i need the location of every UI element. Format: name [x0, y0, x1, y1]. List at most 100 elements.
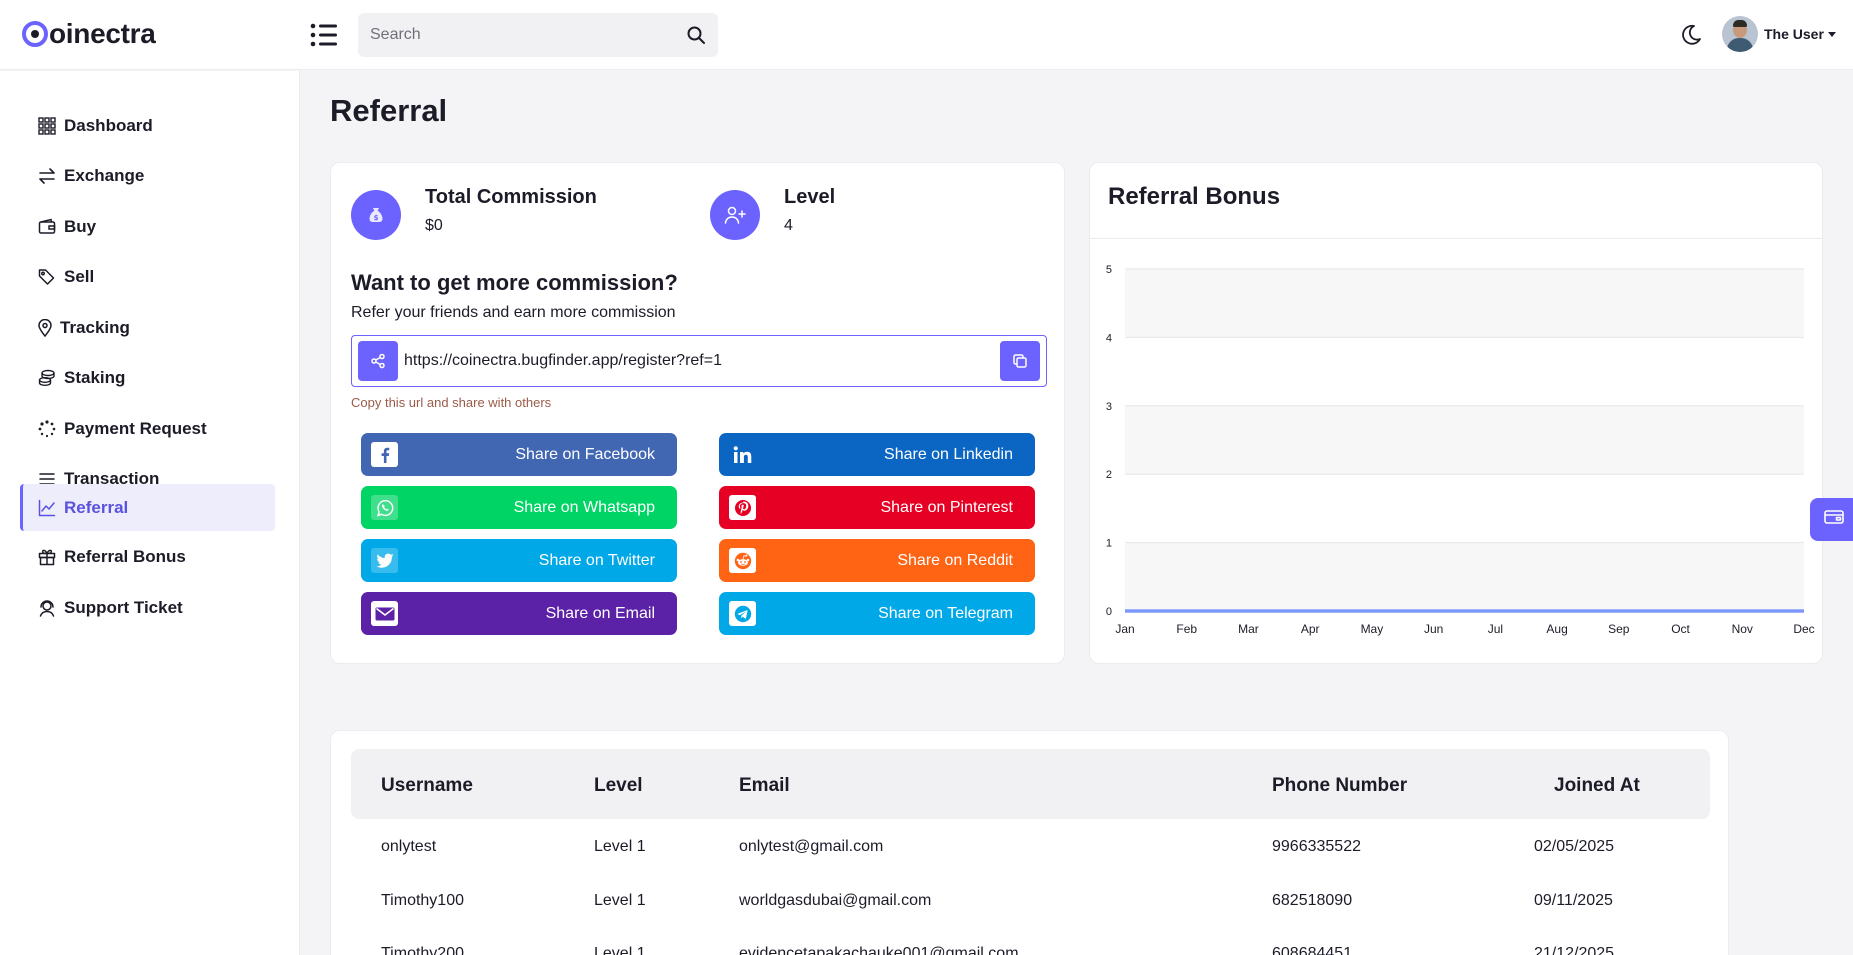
cell-username: Timothy200 [381, 945, 464, 955]
sidebar-item-tracking[interactable]: Tracking [20, 305, 275, 351]
sidebar-item-sell[interactable]: Sell [20, 254, 275, 300]
level-stat: Level 4 [710, 186, 835, 240]
promo-subtitle: Refer your friends and earn more commiss… [351, 304, 676, 321]
sidebar-item-label: Sell [64, 267, 95, 286]
svg-text:$: $ [374, 214, 379, 222]
share-reddit-button[interactable]: Share on Reddit [719, 539, 1035, 582]
sidebar-item-staking[interactable]: Staking [20, 355, 275, 401]
share-nodes-icon [358, 341, 398, 381]
share-label: Share on Pinterest [880, 498, 1013, 516]
cell-username: Timothy100 [381, 892, 464, 909]
search-input[interactable] [370, 26, 686, 44]
sidebar-item-label: Support Ticket [64, 598, 183, 617]
sidebar-item-label: Buy [64, 217, 97, 236]
floating-wallet-button[interactable] [1810, 498, 1853, 541]
sidebar-item-exchange[interactable]: Exchange [20, 153, 275, 199]
x-tick-label: Nov [1732, 622, 1753, 636]
logo-text: oinectra [49, 18, 156, 49]
referral-hint: Copy this url and share with others [351, 395, 552, 410]
user-menu[interactable]: The User [1722, 16, 1836, 52]
share-pinterest-button[interactable]: Share on Pinterest [719, 486, 1035, 529]
cell-email: worldgasdubai@gmail.com [739, 892, 932, 909]
referral-bonus-chart-card: Referral Bonus 0 1 2 3 4 5 Jan Feb Mar Apr May Jun J… [1089, 162, 1823, 664]
commission-value: $0 [425, 217, 443, 234]
map-pin-icon [38, 318, 52, 338]
share-label: Share on Telegram [878, 604, 1013, 622]
spinner-icon [38, 420, 56, 438]
user-name: The User [1764, 26, 1824, 42]
search-icon[interactable] [686, 25, 706, 45]
sidebar-item-label: Referral Bonus [64, 547, 186, 566]
x-tick-label: Oct [1671, 622, 1690, 636]
share-linkedin-button[interactable]: Share on Linkedin [719, 433, 1035, 476]
chart-title: Referral Bonus [1108, 183, 1281, 210]
money-bag-icon: $ [351, 190, 401, 240]
copy-button[interactable] [1000, 341, 1040, 381]
share-email-button[interactable]: Share on Email [361, 592, 677, 635]
chevron-down-icon [1827, 31, 1836, 37]
linkedin-icon [729, 442, 756, 467]
x-tick-label: Mar [1238, 622, 1259, 636]
logo[interactable]: oinectra [22, 18, 156, 50]
support-agent-icon [38, 599, 56, 617]
x-tick-label: Jan [1115, 622, 1134, 636]
share-label: Share on Email [545, 604, 655, 622]
avatar [1722, 16, 1758, 52]
y-tick-label: 1 [1106, 538, 1112, 550]
search-box [358, 13, 718, 57]
y-tick-label: 4 [1106, 332, 1112, 344]
sidebar-item-label: Exchange [64, 166, 145, 185]
total-commission-stat: $ Total Commission $0 [351, 186, 597, 240]
wallet-icon [1824, 509, 1844, 530]
cell-joined: 09/11/2025 [1534, 892, 1613, 909]
cell-phone: 682518090 [1272, 892, 1353, 909]
y-tick-label: 2 [1106, 469, 1112, 481]
exchange-arrows-icon [38, 167, 56, 185]
cell-level: Level 1 [594, 892, 646, 909]
envelope-icon [371, 601, 398, 626]
promo-title: Want to get more commission? [351, 270, 678, 295]
referral-link-box [351, 335, 1047, 387]
cell-level: Level 1 [594, 945, 646, 955]
page-title: Referral [330, 93, 448, 128]
sidebar-item-referral-bonus[interactable]: Referral Bonus [20, 534, 275, 580]
cell-level: Level 1 [594, 838, 646, 855]
menu-toggle-icon[interactable] [310, 22, 338, 48]
top-header: oinectra The User [0, 0, 1853, 70]
pinterest-icon [729, 495, 756, 520]
gift-icon [38, 548, 56, 566]
cell-email: onlytest@gmail.com [739, 838, 884, 855]
column-header-joined: Joined At [1554, 775, 1640, 796]
share-facebook-button[interactable]: Share on Facebook [361, 433, 677, 476]
share-label: Share on Whatsapp [513, 498, 655, 516]
cell-username: onlytest [381, 838, 437, 855]
wallet-icon [38, 218, 56, 236]
sidebar-item-dashboard[interactable]: Dashboard [20, 103, 275, 149]
cell-phone: 9966335522 [1272, 838, 1361, 855]
x-tick-label: May [1361, 622, 1384, 636]
chart-grid-band [1125, 269, 1804, 338]
telegram-icon [729, 601, 756, 626]
share-label: Share on Twitter [538, 551, 655, 569]
facebook-icon [371, 442, 398, 467]
sidebar-item-payment-request[interactable]: Payment Request [20, 406, 275, 452]
chart-line-icon [38, 499, 56, 517]
sidebar-item-support-ticket[interactable]: Support Ticket [20, 585, 275, 631]
logo-mark-icon [22, 21, 48, 47]
share-twitter-button[interactable]: Share on Twitter [361, 539, 677, 582]
share-telegram-button[interactable]: Share on Telegram [719, 592, 1035, 635]
share-label: Share on Linkedin [884, 445, 1013, 463]
x-tick-label: Jun [1424, 622, 1443, 636]
referral-table-card: Username Level Email Phone Number Joined… [330, 730, 1729, 955]
referral-url-input[interactable] [398, 352, 1000, 370]
referral-bonus-chart: 0 1 2 3 4 5 Jan Feb Mar Apr May Jun Jul Aug Sep Oct Nov D… [1106, 264, 1815, 636]
sidebar-item-label: Payment Request [64, 419, 207, 438]
sidebar: Dashboard Exchange Buy Sell Tracking Sta… [0, 71, 300, 955]
sidebar-item-buy[interactable]: Buy [20, 204, 275, 250]
share-whatsapp-button[interactable]: Share on Whatsapp [361, 486, 677, 529]
dark-mode-moon-icon[interactable] [1680, 24, 1702, 46]
referral-card: $ Total Commission $0 Level 4 Want to ge… [330, 162, 1065, 664]
twitter-bird-icon [371, 548, 398, 573]
sidebar-item-label: Dashboard [64, 116, 153, 135]
sidebar-item-referral[interactable]: Referral [20, 484, 275, 531]
